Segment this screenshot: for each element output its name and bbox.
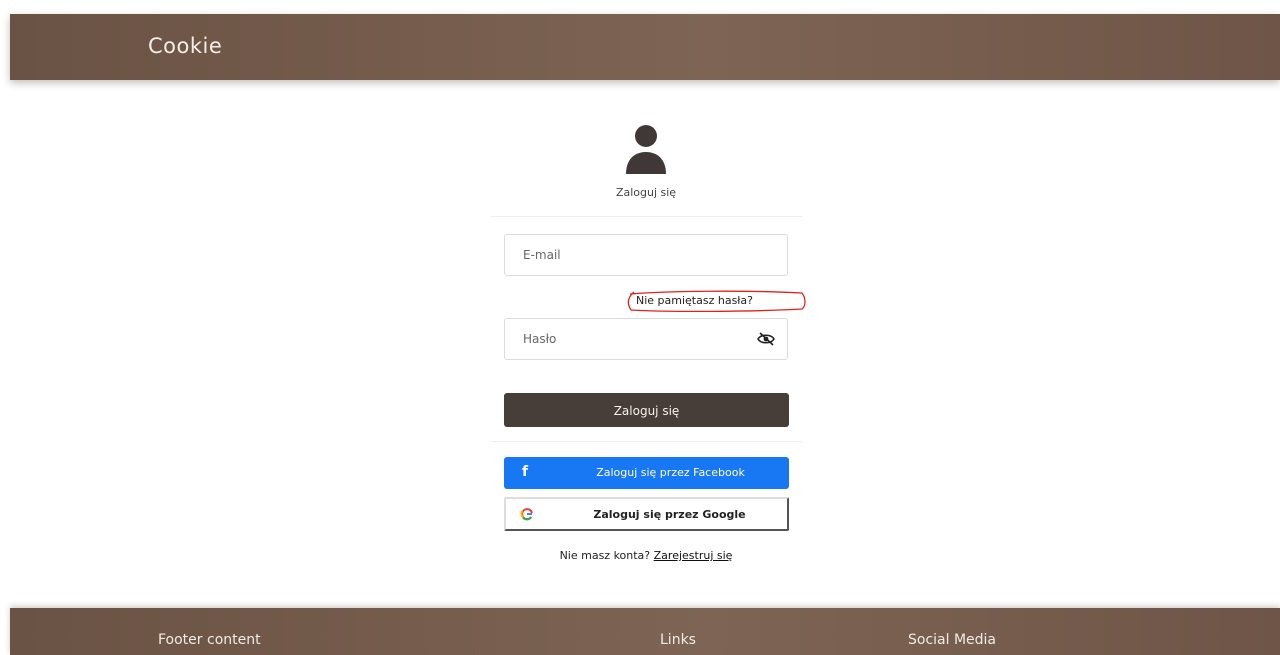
login-title: Zaloguj się	[615, 186, 677, 199]
email-input[interactable]	[505, 235, 753, 275]
forgot-password-area: Nie pamiętasz hasła?	[626, 288, 806, 314]
google-icon	[520, 508, 533, 521]
no-account-text: Nie masz konta?	[559, 549, 651, 562]
page: Cookie Zaloguj się Nie pamiętasz hasła? …	[0, 0, 1280, 655]
facebook-login-button[interactable]: f Zaloguj się przez Facebook	[504, 457, 789, 489]
footer-links-heading: Links	[660, 632, 696, 648]
register-prompt: Nie masz konta? Zarejestruj się	[490, 549, 802, 562]
eye-slash-icon[interactable]	[757, 332, 775, 346]
divider	[490, 441, 802, 442]
password-input[interactable]	[505, 319, 753, 359]
password-field[interactable]	[504, 318, 788, 360]
email-field[interactable]	[504, 234, 788, 276]
google-login-label: Zaloguj się przez Google	[593, 508, 746, 521]
facebook-icon: f	[522, 464, 529, 480]
google-login-button[interactable]: Zaloguj się przez Google	[504, 497, 789, 531]
register-link[interactable]: Zarejestruj się	[654, 549, 733, 562]
facebook-login-label: Zaloguj się przez Facebook	[596, 466, 745, 479]
brand-logo-link[interactable]: Cookie	[148, 34, 222, 58]
user-icon	[626, 125, 666, 174]
footer-social-heading: Social Media	[908, 632, 997, 648]
top-navbar: Cookie	[10, 14, 1280, 80]
forgot-password-link[interactable]: Nie pamiętasz hasła?	[636, 294, 753, 307]
login-header: Zaloguj się	[490, 120, 802, 217]
footer-content-heading: Footer content	[158, 632, 261, 648]
login-submit-button[interactable]: Zaloguj się	[504, 393, 789, 427]
footer: Footer content Links Social Media	[10, 608, 1280, 655]
